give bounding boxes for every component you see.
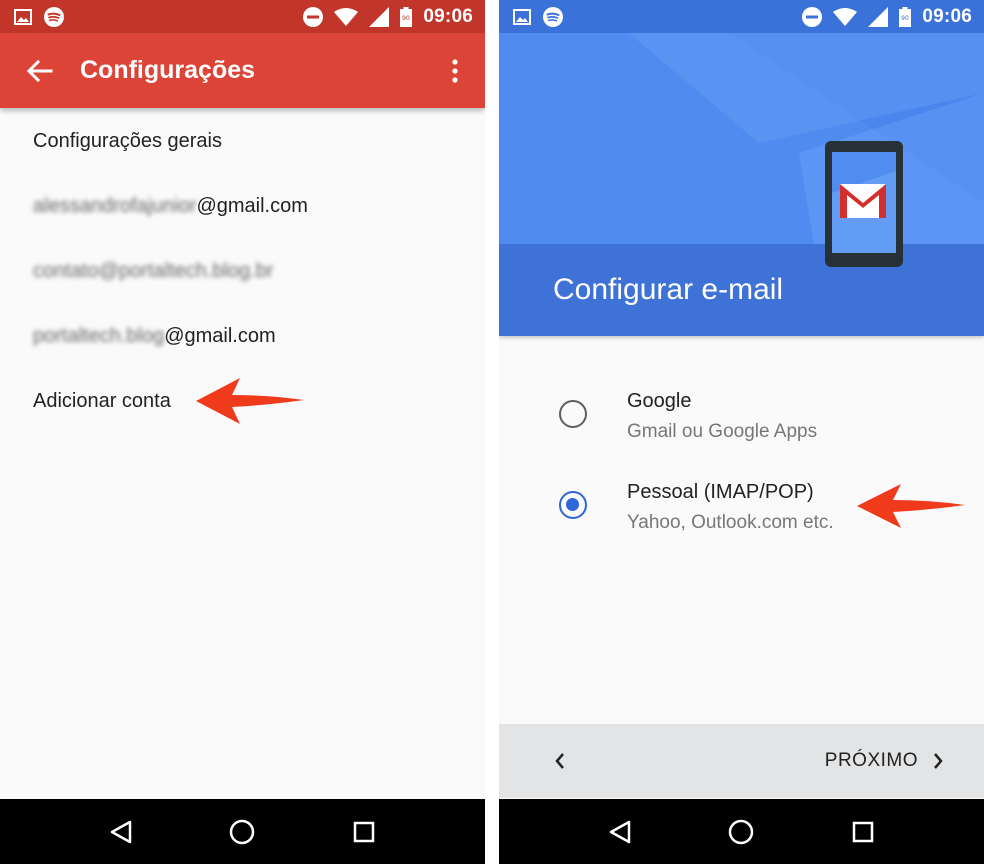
- general-settings-item[interactable]: Configurações gerais: [0, 108, 485, 174]
- nav-recents-button[interactable]: [344, 812, 384, 852]
- wizard-footer: PRÓXIMO: [499, 724, 984, 798]
- image-notification-icon: [513, 8, 531, 25]
- option-title: Pessoal (IMAP/POP): [627, 481, 814, 503]
- do-not-disturb-icon: [802, 6, 823, 27]
- annotation-arrow-icon: [196, 378, 304, 424]
- account-email-domain: @gmail.com: [196, 195, 308, 217]
- clock: 09:06: [423, 5, 473, 27]
- square-recents-icon: [852, 821, 874, 842]
- arrow-back-icon: [27, 59, 53, 82]
- general-settings-label: Configurações gerais: [33, 129, 222, 152]
- left-phone-screen: 90 09:06 Configurações Configurações ger…: [0, 0, 485, 864]
- signal-icon: [369, 6, 390, 27]
- annotation-arrow-icon: [857, 484, 965, 528]
- circle-home-icon: [230, 819, 255, 844]
- nav-back-button[interactable]: [101, 812, 141, 852]
- app-toolbar: Configurações: [0, 33, 485, 108]
- image-notification-icon: [14, 8, 32, 25]
- signal-icon: [868, 6, 889, 27]
- circle-home-icon: [729, 819, 754, 844]
- svg-text:90: 90: [403, 15, 411, 22]
- wifi-icon: [334, 7, 359, 26]
- header-illustration: Configurar e-mail: [499, 33, 984, 336]
- account-item-3[interactable]: portaltech.blog @gmail.com: [0, 304, 485, 369]
- spotify-icon: [543, 6, 563, 27]
- system-navigation-bar: [0, 799, 485, 864]
- account-item-1[interactable]: alessandrofajunior @gmail.com: [0, 174, 485, 239]
- battery-icon: 90: [899, 6, 912, 27]
- do-not-disturb-icon: [303, 6, 324, 27]
- svg-text:90: 90: [902, 15, 910, 22]
- nav-home-button[interactable]: [721, 812, 761, 852]
- battery-icon: 90: [400, 6, 413, 27]
- option-google[interactable]: Google Gmail ou Google Apps: [499, 370, 984, 461]
- right-phone-screen: Configurar e-mail 90 09:06 Google Gmail …: [499, 0, 984, 864]
- next-button[interactable]: PRÓXIMO: [825, 724, 944, 798]
- triangle-back-icon: [110, 820, 132, 843]
- square-recents-icon: [353, 821, 375, 842]
- overflow-menu-button[interactable]: [425, 33, 485, 108]
- wifi-icon: [833, 7, 858, 26]
- option-subtitle: Gmail ou Google Apps: [627, 421, 818, 442]
- radio-button-google[interactable]: [559, 400, 587, 428]
- chevron-right-icon: [934, 753, 943, 769]
- account-email-prefix: contato@portaltech.blog.br: [33, 260, 274, 282]
- add-account-label: Adicionar conta: [33, 390, 171, 412]
- nav-home-button[interactable]: [222, 812, 262, 852]
- nav-back-button[interactable]: [600, 812, 640, 852]
- header-title: Configurar e-mail: [553, 273, 784, 306]
- next-button-label: PRÓXIMO: [824, 750, 918, 771]
- status-bar: 90 09:06: [0, 0, 485, 33]
- triangle-back-icon: [609, 820, 631, 843]
- clock: 09:06: [922, 5, 972, 27]
- option-subtitle: Yahoo, Outlook.com etc.: [627, 512, 834, 533]
- more-vert-icon: [452, 58, 458, 83]
- account-item-2[interactable]: contato@portaltech.blog.br: [0, 239, 485, 304]
- account-email-prefix: portaltech.blog: [33, 325, 165, 347]
- page-title: Configurações: [80, 56, 256, 84]
- account-email-domain: @gmail.com: [164, 325, 276, 347]
- system-navigation-bar: [499, 799, 984, 864]
- radio-button-personal[interactable]: [559, 491, 587, 519]
- status-bar: 90 09:06: [499, 0, 984, 33]
- chevron-left-icon: [555, 753, 564, 769]
- previous-button[interactable]: [529, 724, 591, 798]
- nav-recents-button[interactable]: [843, 812, 883, 852]
- option-title: Google: [627, 390, 692, 412]
- back-button[interactable]: [0, 33, 80, 108]
- account-email-prefix: alessandrofajunior: [33, 195, 197, 217]
- spotify-icon: [44, 6, 64, 27]
